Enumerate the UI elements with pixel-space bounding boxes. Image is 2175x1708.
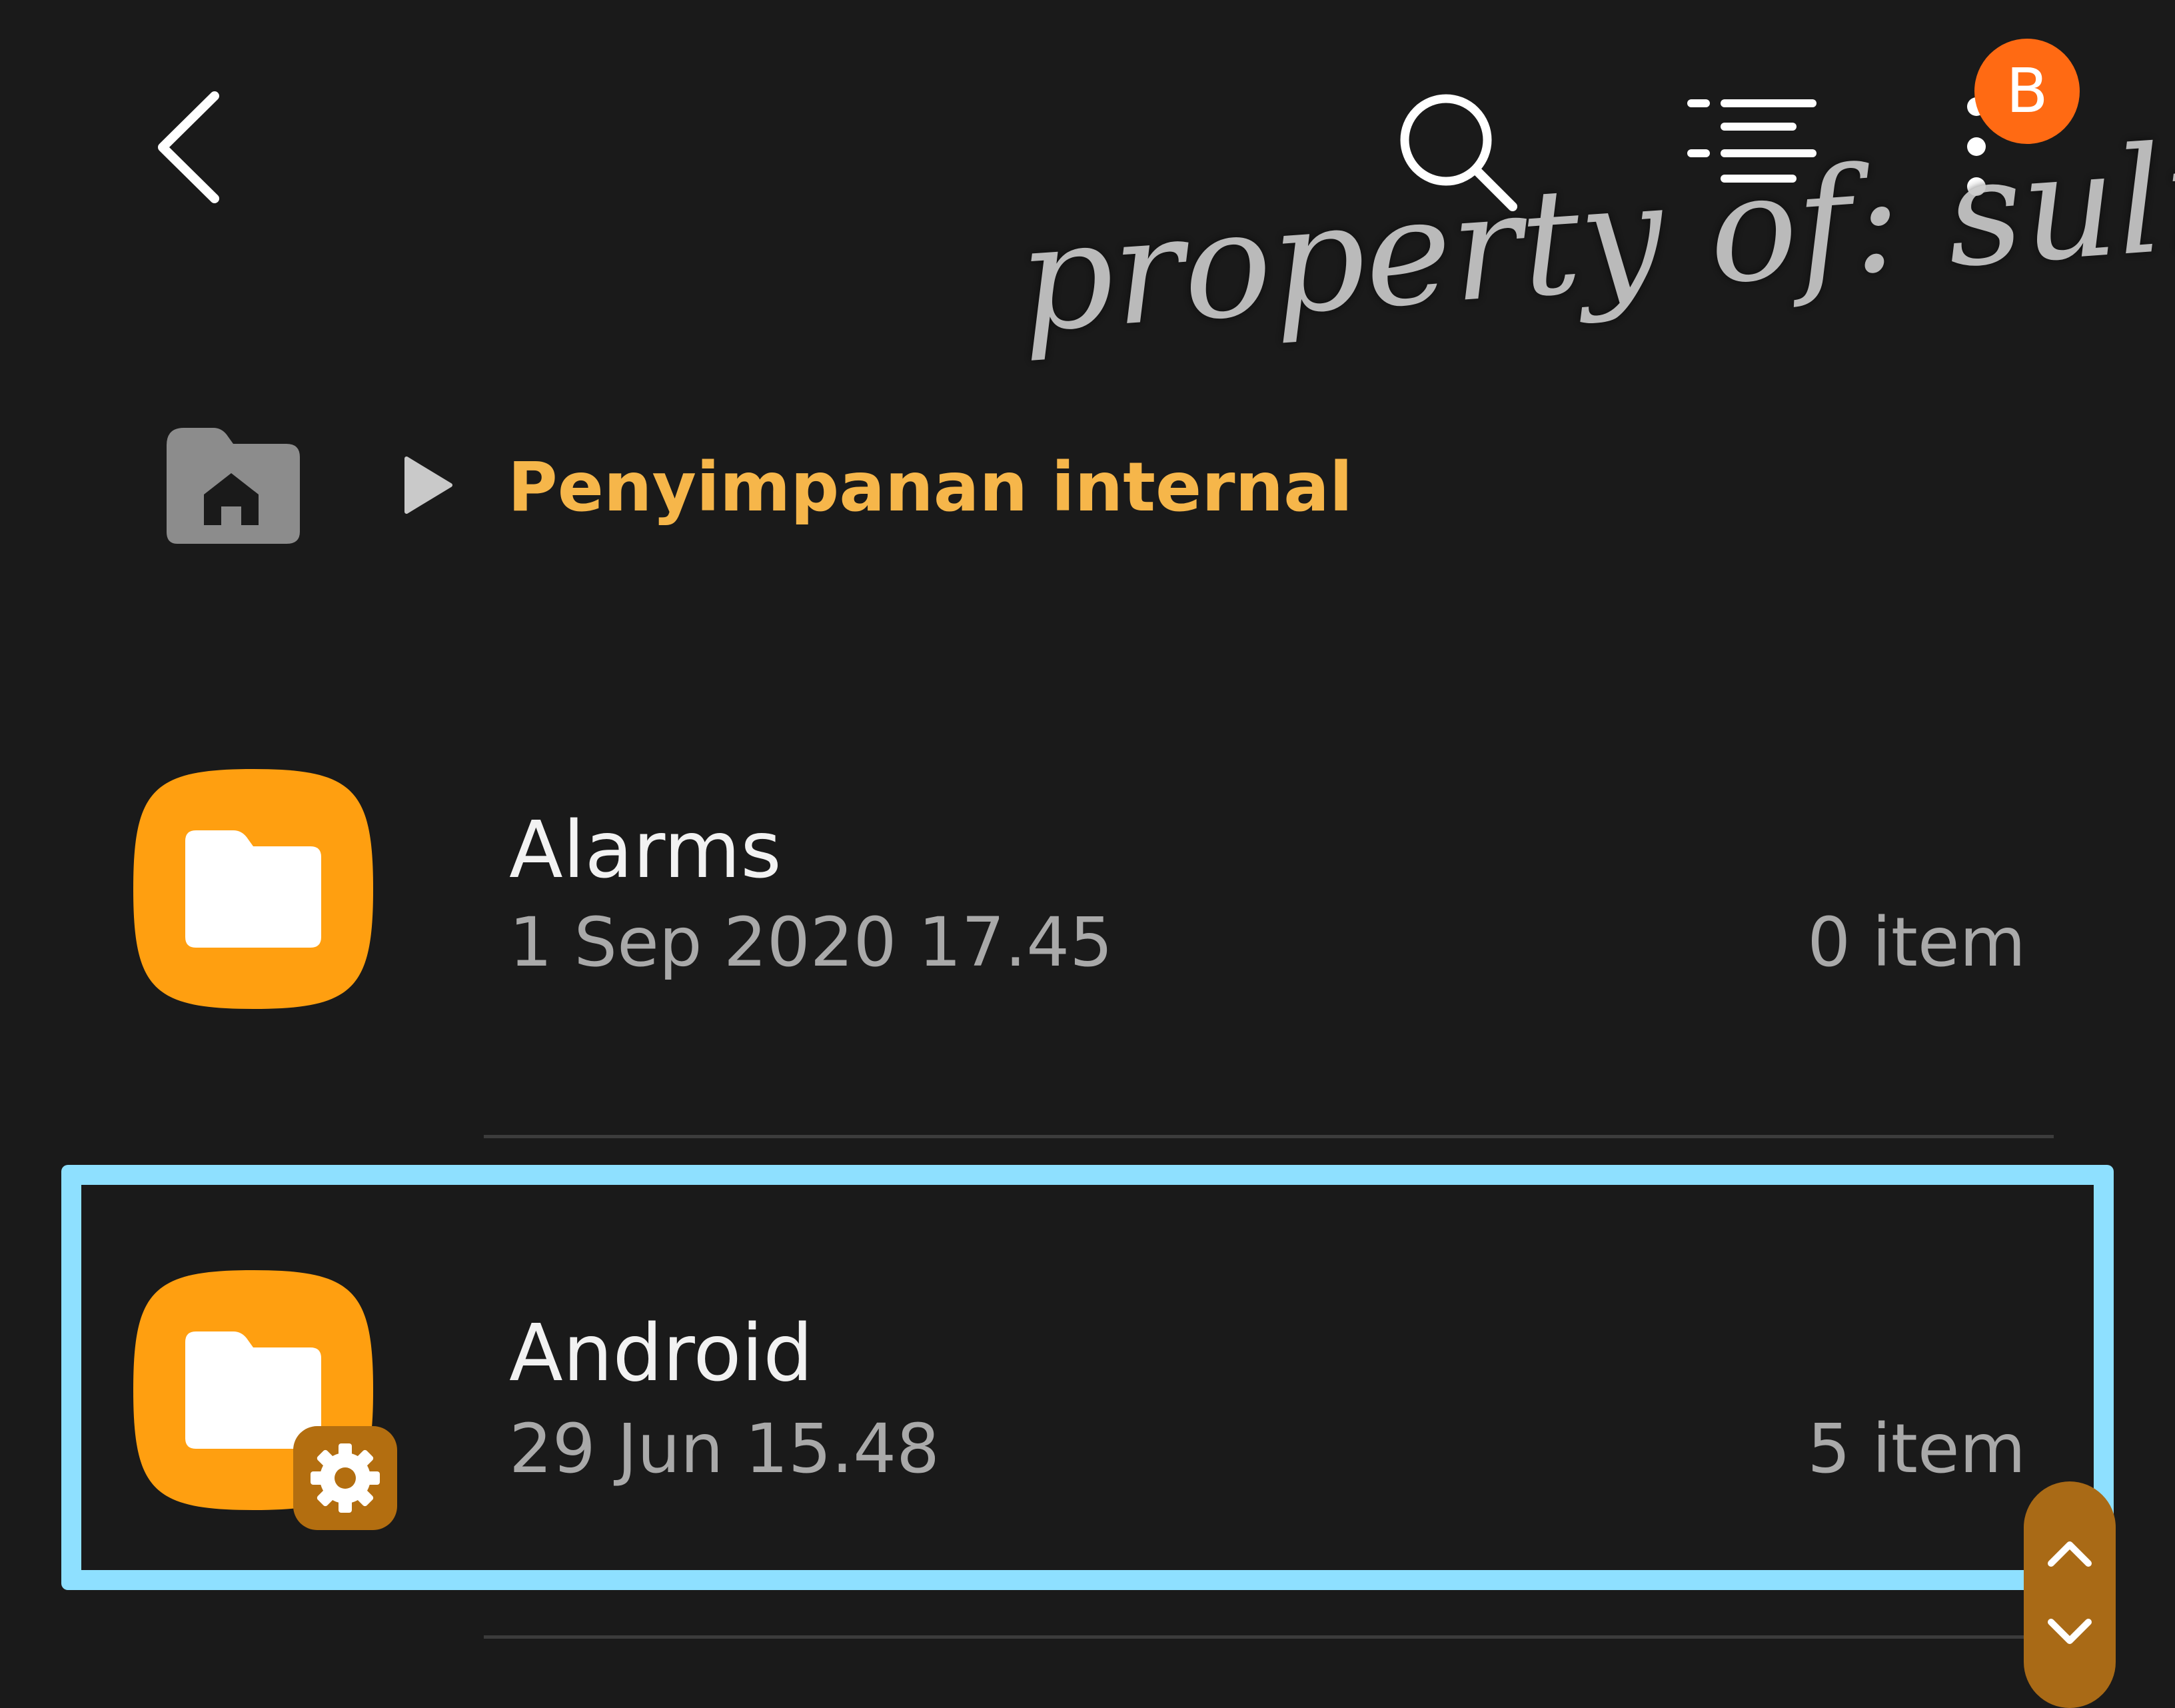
file-date: 29 Jun 15.48 [509, 1409, 940, 1489]
gear-icon [311, 1443, 380, 1513]
fast-scroll-handle[interactable] [2024, 1481, 2116, 1708]
watermark-text: property of: sulmad [1014, 92, 2175, 365]
folder-icon [133, 769, 373, 1009]
breadcrumb-separator-icon [400, 453, 456, 517]
list-divider [484, 1635, 2054, 1639]
file-item-count: 0 item [1807, 903, 2026, 982]
list-item-alarms[interactable]: Alarms 1 Sep 2020 17.45 0 item [0, 740, 2175, 1140]
back-button[interactable] [141, 84, 241, 211]
chevron-left-icon [158, 91, 219, 203]
chevron-up-icon [2048, 1541, 2092, 1567]
play-triangle-icon [404, 456, 452, 514]
list-divider [484, 1135, 2054, 1138]
scroll-up-button[interactable] [2040, 1526, 2099, 1579]
system-folder-badge [293, 1426, 397, 1530]
home-folder-button[interactable] [160, 425, 303, 546]
list-item-android[interactable]: Android 29 Jun 15.48 5 item [0, 1173, 2175, 1599]
scroll-down-button[interactable] [2040, 1606, 2099, 1659]
chevron-down-icon [2048, 1619, 2092, 1644]
breadcrumb-current[interactable]: Penyimpanan internal [508, 448, 1353, 528]
file-date: 1 Sep 2020 17.45 [509, 903, 1113, 982]
file-name: Android [509, 1307, 814, 1399]
home-folder-icon [167, 428, 300, 544]
file-item-count: 5 item [1807, 1409, 2026, 1489]
file-name: Alarms [509, 804, 782, 896]
